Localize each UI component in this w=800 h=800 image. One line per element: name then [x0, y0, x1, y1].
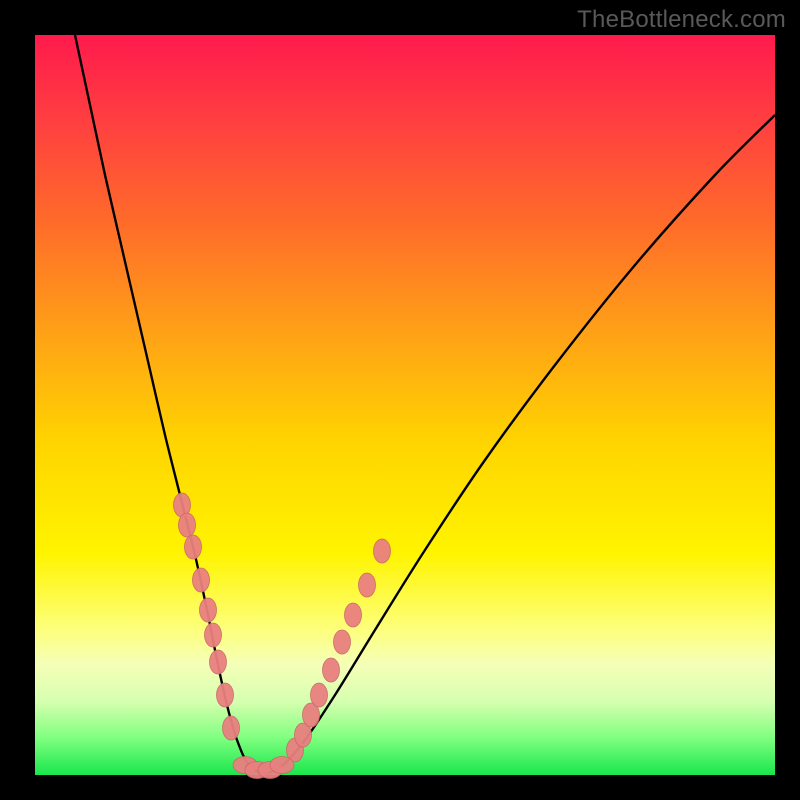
watermark-text: TheBottleneck.com [577, 6, 786, 34]
bead [200, 598, 217, 622]
bead [374, 539, 391, 563]
bead [185, 535, 202, 559]
bead [179, 513, 196, 537]
curve-overlay [35, 35, 775, 775]
bead [193, 568, 210, 592]
bead [323, 658, 340, 682]
bead [270, 757, 294, 774]
outer-frame: TheBottleneck.com [0, 0, 800, 800]
bead [205, 623, 222, 647]
bead [217, 683, 234, 707]
bead [359, 573, 376, 597]
bottleneck-curve [75, 35, 775, 773]
bead [223, 716, 240, 740]
bead [210, 650, 227, 674]
bead-group [174, 493, 391, 779]
bead [311, 683, 328, 707]
bead [345, 603, 362, 627]
bead [334, 630, 351, 654]
